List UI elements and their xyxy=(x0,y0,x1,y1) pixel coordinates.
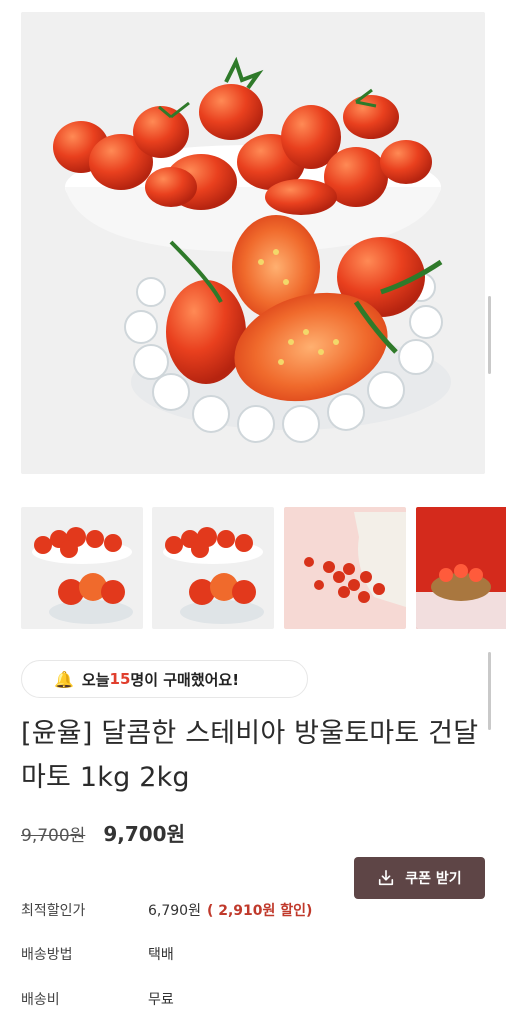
thumbnail-strip xyxy=(21,507,506,629)
bell-icon: 🔔 xyxy=(54,669,74,689)
thumbnail-image xyxy=(284,507,406,629)
badge-suffix: 명이 구매했어요! xyxy=(130,670,240,689)
tomato-bowl-illustration xyxy=(21,12,485,474)
best-price-value: 6,790원 xyxy=(148,903,201,919)
best-price-discount: ( 2,910원 할인) xyxy=(206,903,313,919)
original-price: 9,700원 xyxy=(21,826,86,846)
download-icon xyxy=(379,869,394,886)
price-row: 9,700원 9,700원 xyxy=(21,818,185,847)
thumbnail-1[interactable] xyxy=(21,507,143,629)
product-main-image[interactable] xyxy=(21,12,485,474)
best-price-row: 최적할인가 6,790원 ( 2,910원 할인) xyxy=(21,900,312,920)
thumbnail-3[interactable] xyxy=(284,507,406,629)
thumbnail-2[interactable] xyxy=(152,507,274,629)
badge-prefix: 오늘 xyxy=(81,670,110,689)
thumbnail-image xyxy=(21,507,143,629)
product-title: [윤율] 달콤한 스테비아 방울토마토 건달마토 1kg 2kg xyxy=(21,718,479,793)
shipping-fee-label: 배송비 xyxy=(21,992,60,1008)
purchase-count-badge: 🔔 오늘 15 명이 구매했어요! xyxy=(21,660,308,698)
thumbnail-image xyxy=(416,507,506,629)
coupon-label: 쿠폰 받기 xyxy=(405,871,462,887)
shipping-method-row: 배송방법 택배 xyxy=(21,944,174,964)
sale-price: 9,700원 xyxy=(103,822,185,846)
thumbnail-image xyxy=(152,507,274,629)
shipping-fee-value: 무료 xyxy=(148,992,174,1008)
coupon-download-button[interactable]: 쿠폰 받기 xyxy=(354,857,485,899)
shipping-fee-row: 배송비 무료 xyxy=(21,989,174,1009)
shipping-method-label: 배송방법 xyxy=(21,947,73,963)
thumbnail-4[interactable] xyxy=(416,507,506,629)
image-scrollbar[interactable] xyxy=(488,296,491,374)
badge-count: 15 xyxy=(109,670,131,688)
shipping-method-value: 택배 xyxy=(148,947,174,963)
best-price-label: 최적할인가 xyxy=(21,903,86,919)
